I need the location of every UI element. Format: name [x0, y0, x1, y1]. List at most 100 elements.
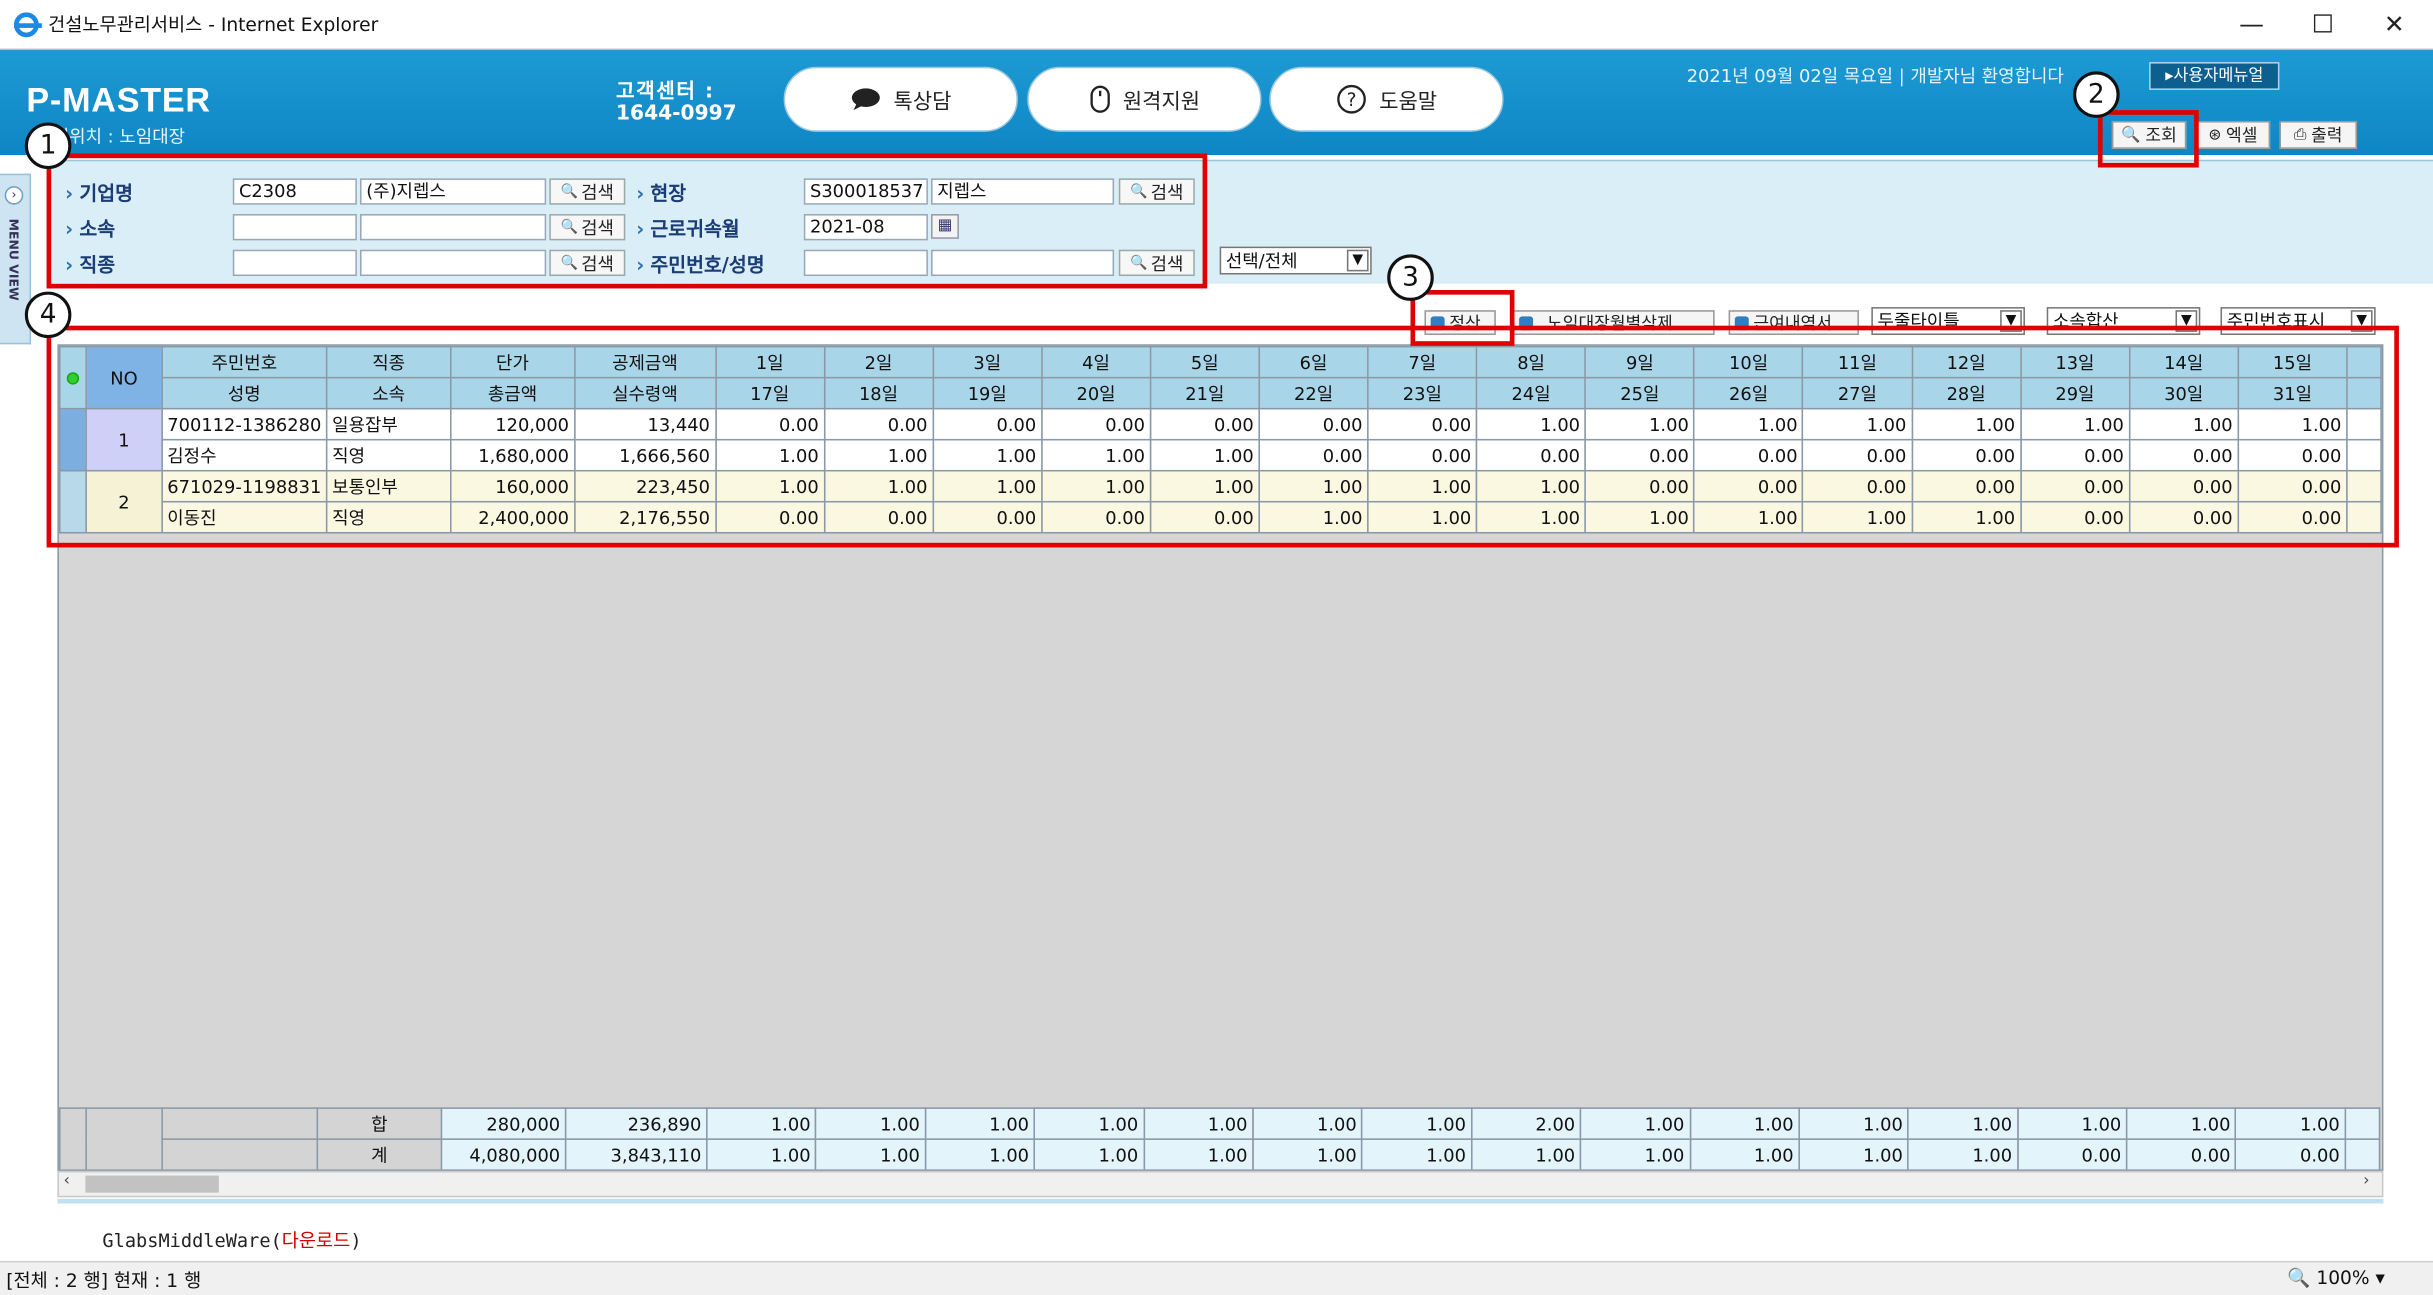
summary-label: 합 — [316, 1107, 443, 1140]
summary-blank — [85, 1107, 163, 1170]
summary-row: 계 4,080,000 3,843,110 1.00 1.00 1.00 1.00 1.00 1… — [60, 1138, 2381, 1170]
logo[interactable]: P-MASTER — [26, 81, 210, 121]
divider — [57, 1198, 2384, 1204]
print-button[interactable]: ⎙ 출력 — [2279, 120, 2358, 149]
summary-cell: 1.00 — [1798, 1138, 1910, 1170]
summary-cell: 1.00 — [1033, 1138, 1145, 1170]
summary-cell: 1.00 — [1689, 1138, 1800, 1170]
svg-text:?: ? — [1346, 90, 1356, 111]
summary-cell: 4,080,000 — [440, 1138, 567, 1170]
annotation-box-1 — [46, 153, 1208, 289]
close-window-button[interactable]: ✕ — [2359, 0, 2430, 50]
remote-support-button[interactable]: 원격지원 — [1027, 66, 1262, 132]
middleware-close: ) — [350, 1229, 362, 1252]
summary-cell: 1.00 — [1142, 1107, 1254, 1140]
status-bar: [전체 : 2 행] 현재 : 1 행 🔍 100% ▾ — [0, 1260, 2433, 1295]
annotation-box-2 — [2097, 110, 2199, 168]
summary-cell: 1.00 — [706, 1138, 817, 1170]
middleware-text: GlabsMiddleWare( — [102, 1229, 282, 1252]
mouse-icon — [1089, 85, 1110, 113]
status-text: [전체 : 2 행] 현재 : 1 행 — [6, 1270, 202, 1292]
summary-cell: 1.00 — [1798, 1107, 1910, 1140]
summary-cell: 1.00 — [815, 1138, 927, 1170]
horizontal-scrollbar[interactable]: ‹ › — [57, 1170, 2384, 1198]
summary-blank — [161, 1107, 319, 1140]
summary-cell: 1.00 — [2235, 1107, 2346, 1140]
print-label: 출력 — [2311, 125, 2343, 146]
remote-support-label: 원격지원 — [1122, 89, 1200, 115]
customer-center-phone: 1644-0997 — [616, 102, 737, 126]
scroll-left-icon[interactable]: ‹ — [64, 1172, 70, 1189]
zoom-icon: 🔍 — [2287, 1267, 2311, 1289]
summary-cell: 1.00 — [1907, 1107, 2019, 1140]
summary-blank — [161, 1138, 319, 1170]
current-location: 현위치 : 노임대장 — [52, 125, 186, 148]
zoom-level[interactable]: 🔍 100% ▾ — [2287, 1267, 2385, 1289]
summary-cell: 3,843,110 — [564, 1138, 708, 1170]
zoom-value: 100% — [2316, 1267, 2370, 1289]
summary-cell: 1.00 — [1361, 1138, 1473, 1170]
summary-cell: 1.00 — [1470, 1138, 1582, 1170]
middleware-notice: GlabsMiddleWare(다운로드) — [102, 1227, 361, 1253]
maximize-button[interactable]: ☐ — [2287, 0, 2358, 50]
summary-cell: 0.00 — [2016, 1138, 2128, 1170]
summary-cell: 1.00 — [1907, 1138, 2019, 1170]
summary-cell: 1.00 — [1361, 1107, 1473, 1140]
summary-cell: 1.00 — [815, 1107, 927, 1140]
minimize-button[interactable]: — — [2216, 0, 2287, 50]
window-titlebar: 건설노무관리서비스 - Internet Explorer — ☐ ✕ — [0, 0, 2433, 50]
chat-consult-label: 톡상담 — [893, 89, 952, 115]
user-info: 2021년 09월 02일 목요일 | 개발자님 환영합니다 — [1686, 65, 2064, 87]
summary-blank — [58, 1107, 87, 1170]
download-link[interactable]: 다운로드 — [282, 1230, 351, 1252]
summary-cell: 0.00 — [2125, 1138, 2237, 1170]
question-icon: ? — [1336, 84, 1366, 114]
summary-cell: 1.00 — [1579, 1138, 1691, 1170]
select-all-value: 선택/전체 — [1225, 249, 1298, 272]
scroll-thumb[interactable] — [85, 1175, 219, 1193]
summary-cell: 1.00 — [706, 1107, 817, 1140]
annotation-badge-1: 1 — [24, 122, 72, 170]
summary-cell: 1.00 — [1579, 1107, 1691, 1140]
excel-button[interactable]: ⊛ 엑셀 — [2195, 120, 2271, 149]
annotation-badge-3: 3 — [1387, 254, 1434, 301]
annotation-box-4 — [46, 325, 2399, 548]
help-button[interactable]: ? 도움말 — [1269, 66, 1504, 132]
app-header: P-MASTER 현위치 : 노임대장 고객센터 : 1644-0997 톡상담… — [0, 49, 2433, 156]
summary-cell: 1.00 — [1142, 1138, 1254, 1170]
annotation-badge-4: 4 — [24, 291, 72, 339]
summary-cell: 1.00 — [1252, 1138, 1363, 1170]
summary-label: 계 — [316, 1138, 443, 1170]
window-title: 건설노무관리서비스 - Internet Explorer — [48, 13, 379, 36]
summary-table: 합 280,000 236,890 1.00 1.00 1.00 1.00 1.00 1.00 1… — [58, 1107, 2381, 1170]
summary-cell: 236,890 — [564, 1107, 708, 1140]
summary-cell: 2.00 — [1470, 1107, 1582, 1140]
internet-explorer-icon — [13, 12, 42, 38]
scroll-right-icon[interactable]: › — [2363, 1172, 2369, 1189]
expand-arrow-icon[interactable]: › — [4, 186, 24, 205]
summary-cell: 1.00 — [924, 1107, 1036, 1140]
chevron-down-icon: ▼ — [1346, 249, 1369, 272]
help-label: 도움말 — [1379, 89, 1438, 115]
summary-cell: 1.00 — [1252, 1107, 1363, 1140]
summary-cell-extra — [2344, 1138, 2381, 1170]
summary-cell: 1.00 — [2016, 1107, 2128, 1140]
speech-bubble-icon — [851, 88, 880, 111]
menu-view-label: MENU VIEW — [6, 218, 21, 301]
summary-cell: 1.00 — [1689, 1107, 1800, 1140]
customer-center-label: 고객센터 : — [616, 80, 715, 104]
select-all-dropdown[interactable]: 선택/전체 ▼ — [1219, 246, 1372, 275]
summary-cell: 1.00 — [1033, 1107, 1145, 1140]
excel-icon: ⊛ — [2208, 126, 2222, 144]
annotation-badge-2: 2 — [2073, 71, 2120, 118]
summary-cell: 280,000 — [440, 1107, 567, 1140]
printer-icon: ⎙ — [2293, 126, 2307, 144]
chat-consult-button[interactable]: 톡상담 — [783, 66, 1018, 132]
excel-label: 엑셀 — [2226, 125, 2258, 146]
summary-cell-extra — [2344, 1107, 2381, 1140]
summary-cell: 1.00 — [2125, 1107, 2237, 1140]
summary-cell: 0.00 — [2235, 1138, 2346, 1170]
summary-row: 합 280,000 236,890 1.00 1.00 1.00 1.00 1.00 1.00 1… — [58, 1107, 2381, 1170]
summary-cell: 1.00 — [924, 1138, 1036, 1170]
user-manual-button[interactable]: ▸사용자메뉴얼 — [2149, 62, 2280, 90]
